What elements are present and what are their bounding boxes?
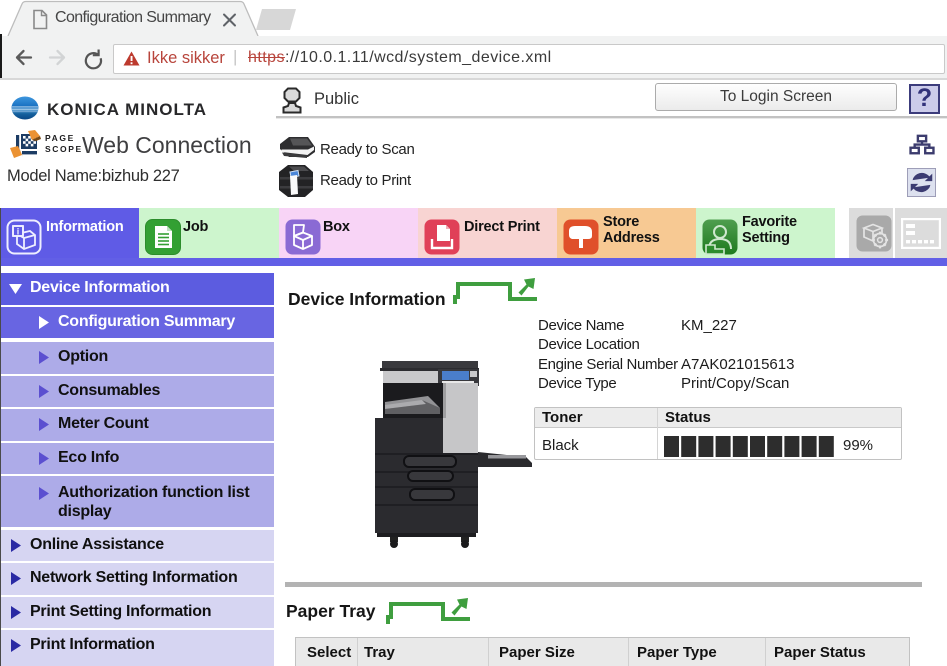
svg-text:i: i	[17, 227, 20, 237]
